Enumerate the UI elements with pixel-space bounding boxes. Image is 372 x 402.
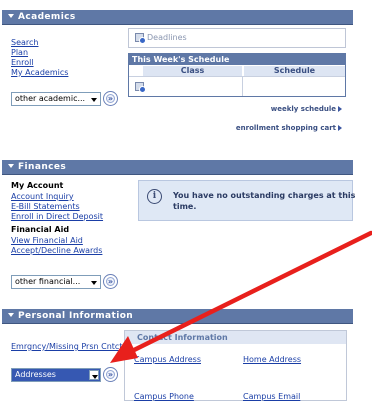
collapse-triangle-icon[interactable] bbox=[8, 312, 14, 317]
dropdown-arrow-icon bbox=[89, 370, 99, 380]
schedule-col-schedule: Schedule bbox=[244, 66, 345, 76]
weekly-schedule-label: weekly schedule bbox=[270, 105, 336, 113]
financial-aid-heading: Financial Aid bbox=[11, 225, 70, 234]
deadlines-box: Deadlines bbox=[128, 28, 346, 48]
academics-title: Academics bbox=[18, 12, 76, 22]
academics-link-search[interactable]: Search bbox=[11, 38, 68, 48]
info-icon: i bbox=[147, 189, 162, 204]
academics-link-my-academics[interactable]: My Academics bbox=[11, 68, 68, 78]
weekly-schedule-link[interactable]: weekly schedule bbox=[250, 105, 342, 113]
go-arrow-icon: » bbox=[107, 94, 114, 103]
personal-dropdown[interactable]: Addresses bbox=[11, 368, 101, 382]
schedule-col-class: Class bbox=[143, 66, 242, 76]
academics-link-plan[interactable]: Plan bbox=[11, 48, 68, 58]
academics-links: Search Plan Enroll My Academics bbox=[11, 38, 68, 78]
shopping-cart-link[interactable]: enrollment shopping cart bbox=[215, 124, 342, 132]
dropdown-arrow-icon bbox=[89, 94, 99, 104]
my-account-heading: My Account bbox=[11, 181, 64, 190]
finances-title: Finances bbox=[18, 162, 67, 172]
link-home-address[interactable]: Home Address bbox=[243, 355, 301, 365]
personal-info-header: Personal Information bbox=[2, 309, 353, 324]
contact-info-title: Contact Information bbox=[125, 331, 346, 344]
shopping-cart-label: enrollment shopping cart bbox=[235, 124, 336, 132]
link-direct-deposit[interactable]: Enroll in Direct Deposit bbox=[11, 212, 103, 222]
right-arrow-icon bbox=[338, 125, 342, 131]
go-arrow-icon: » bbox=[107, 277, 114, 286]
notice-line-1: You have no outstanding charges at this bbox=[173, 191, 356, 200]
schedule-divider bbox=[129, 76, 345, 77]
finances-go-button[interactable]: » bbox=[103, 274, 118, 289]
academics-header: Academics bbox=[2, 10, 353, 25]
link-accept-decline-awards[interactable]: Accept/Decline Awards bbox=[11, 246, 103, 256]
no-charges-notice: i You have no outstanding charges at thi… bbox=[138, 180, 355, 221]
calendar-icon bbox=[135, 33, 146, 44]
schedule-col-divider bbox=[242, 76, 243, 96]
link-ebill-statements[interactable]: E-Bill Statements bbox=[11, 202, 103, 212]
go-arrow-icon: » bbox=[107, 370, 114, 379]
finances-links: My Account Account Inquiry E-Bill Statem… bbox=[11, 181, 103, 256]
schedule-title: This Week's Schedule bbox=[129, 54, 345, 65]
collapse-triangle-icon[interactable] bbox=[8, 163, 14, 168]
collapse-triangle-icon[interactable] bbox=[8, 13, 14, 18]
finances-header: Finances bbox=[2, 160, 353, 175]
academics-go-button[interactable]: » bbox=[103, 91, 118, 106]
schedule-box: This Week's Schedule Class Schedule bbox=[128, 53, 346, 97]
personal-dropdown-value: Addresses bbox=[15, 370, 56, 379]
academics-dropdown-value: other academic... bbox=[15, 94, 86, 103]
notice-line-2: time. bbox=[173, 202, 197, 211]
link-view-financial-aid[interactable]: View Financial Aid bbox=[11, 236, 103, 246]
link-campus-address[interactable]: Campus Address bbox=[134, 355, 201, 365]
academics-dropdown[interactable]: other academic... bbox=[11, 92, 101, 106]
notice-text: You have no outstanding charges at this … bbox=[173, 190, 355, 212]
link-emergency-contact[interactable]: Emrgncy/Missing Prsn Cntct bbox=[11, 342, 122, 352]
deadlines-label[interactable]: Deadlines bbox=[147, 33, 187, 42]
personal-info-title: Personal Information bbox=[18, 311, 134, 321]
link-account-inquiry[interactable]: Account Inquiry bbox=[11, 192, 103, 202]
calendar-icon bbox=[135, 82, 146, 93]
finances-dropdown-value: other financial... bbox=[15, 277, 81, 286]
finances-dropdown[interactable]: other financial... bbox=[11, 275, 101, 289]
dropdown-arrow-icon bbox=[89, 277, 99, 287]
right-arrow-icon bbox=[338, 106, 342, 112]
personal-go-button[interactable]: » bbox=[103, 367, 118, 382]
academics-link-enroll[interactable]: Enroll bbox=[11, 58, 68, 68]
contact-info-box: Contact Information Campus Address Home … bbox=[124, 330, 347, 401]
